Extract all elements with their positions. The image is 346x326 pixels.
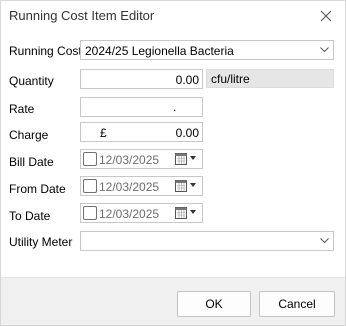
quantity-input[interactable]: 0.00 <box>80 69 203 89</box>
to-date-value: 12/03/2025 <box>99 207 160 221</box>
charge-label: Charge <box>9 128 49 142</box>
calendar-dropdown-icon[interactable] <box>174 179 200 193</box>
close-button[interactable] <box>307 1 345 31</box>
to-date-label: To Date <box>9 209 51 223</box>
from-date-label: From Date <box>9 182 66 196</box>
calendar-dropdown-icon[interactable] <box>174 206 200 220</box>
to-date-checkbox[interactable] <box>83 206 97 220</box>
from-date-checkbox[interactable] <box>83 179 97 193</box>
quantity-label: Quantity <box>9 74 54 88</box>
charge-value: 0.00 <box>175 126 199 140</box>
rate-value: . <box>173 100 177 114</box>
currency-symbol: £ <box>100 126 107 140</box>
running-cost-value: 2024/25 Legionella Bacteria <box>85 44 234 58</box>
rate-input[interactable]: . <box>80 97 203 117</box>
to-date-picker[interactable]: 12/03/2025 <box>80 203 203 223</box>
window-title: Running Cost Item Editor <box>9 8 155 23</box>
bill-date-picker[interactable]: 12/03/2025 <box>80 149 203 169</box>
charge-input[interactable]: £ 0.00 <box>80 122 203 142</box>
chevron-down-icon <box>320 238 329 244</box>
bill-date-checkbox[interactable] <box>83 152 97 166</box>
from-date-picker[interactable]: 12/03/2025 <box>80 176 203 196</box>
title-bar: Running Cost Item Editor <box>1 1 345 31</box>
utility-meter-dropdown[interactable] <box>80 231 334 251</box>
ok-button[interactable]: OK <box>177 291 251 317</box>
cancel-button[interactable]: Cancel <box>259 291 335 317</box>
quantity-value: 0.00 <box>175 73 199 87</box>
close-icon <box>320 10 332 22</box>
rate-label: Rate <box>9 102 35 116</box>
bill-date-label: Bill Date <box>9 155 54 169</box>
running-cost-label: Running Cost <box>9 44 82 58</box>
calendar-dropdown-icon[interactable] <box>174 152 200 166</box>
from-date-value: 12/03/2025 <box>99 180 160 194</box>
utility-meter-label: Utility Meter <box>9 235 73 249</box>
quantity-unit-box: cfu/litre <box>206 69 334 88</box>
chevron-down-icon <box>320 47 329 53</box>
bill-date-value: 12/03/2025 <box>99 153 160 167</box>
running-cost-item-editor-dialog: Running Cost Item Editor Running Cost 20… <box>0 0 346 326</box>
running-cost-dropdown[interactable]: 2024/25 Legionella Bacteria <box>80 40 334 60</box>
quantity-unit: cfu/litre <box>211 72 250 86</box>
